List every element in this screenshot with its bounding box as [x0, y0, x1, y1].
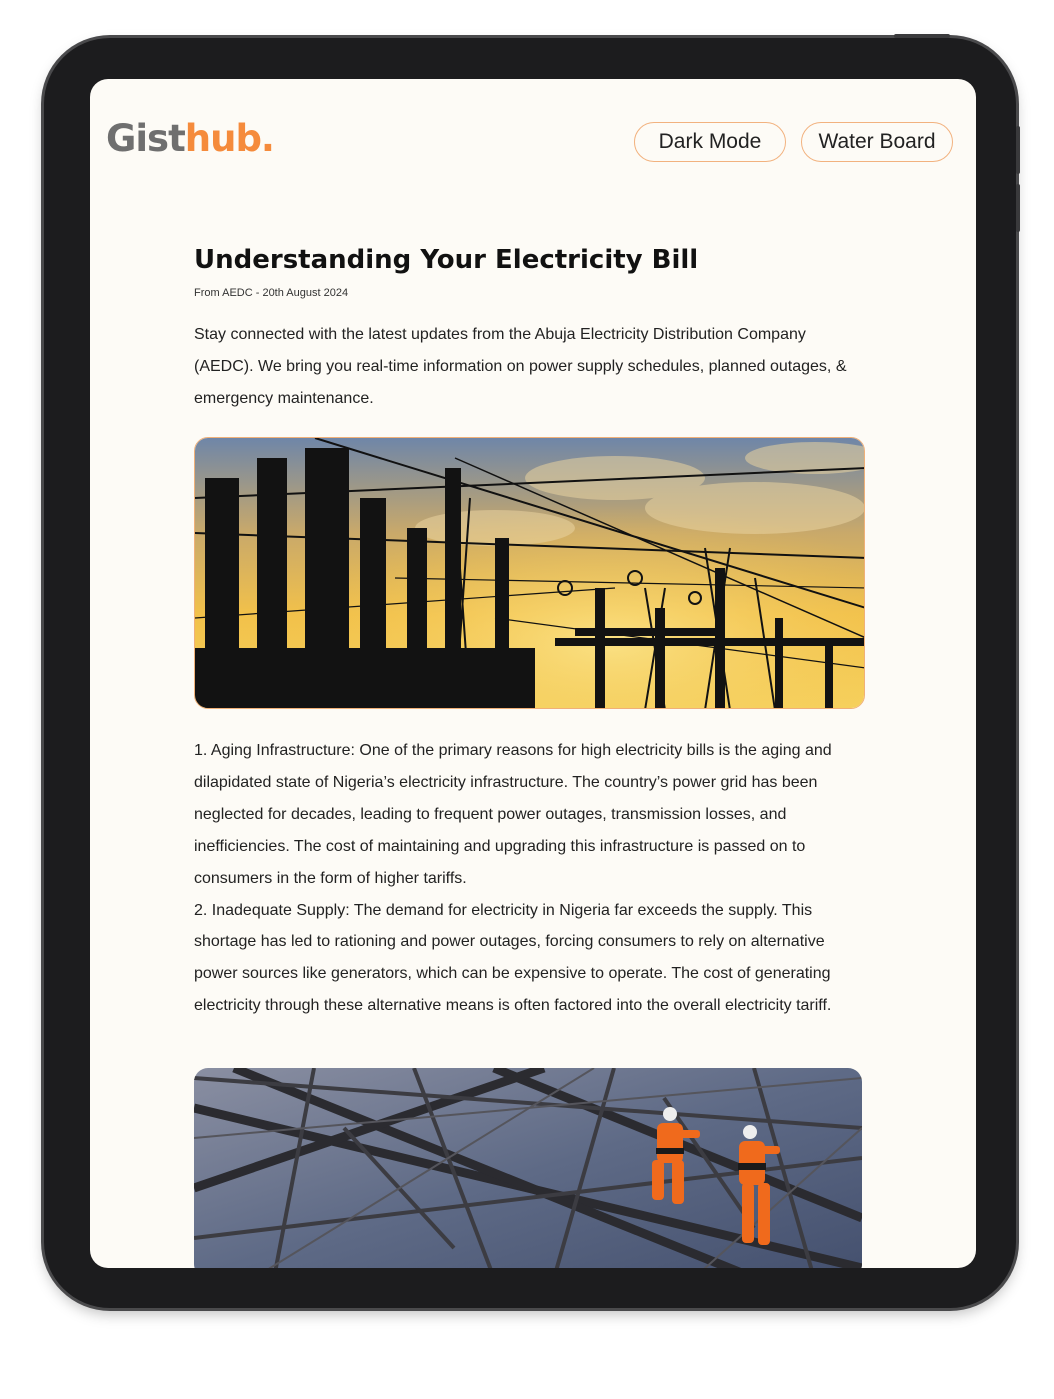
logo-gist-text: Gist	[106, 117, 186, 160]
article-body: 1. Aging Infrastructure: One of the prim…	[194, 735, 866, 1022]
article-meta: From AEDC - 20th August 2024	[194, 287, 349, 299]
device-volume-up-button	[1016, 126, 1020, 174]
article-intro: Stay connected with the latest updates f…	[194, 326, 847, 407]
dark-mode-button[interactable]: Dark Mode	[634, 122, 786, 162]
power-substation-image	[194, 437, 865, 709]
device-volume-down-button	[1016, 184, 1020, 232]
app-screen: Gisthub. Dark Mode Water Board Understan…	[90, 79, 976, 1268]
device-top-button	[894, 34, 950, 38]
article-title: Understanding Your Electricity Bill	[194, 245, 699, 275]
logo-hub-text: hub.	[184, 117, 275, 160]
water-board-button[interactable]: Water Board	[801, 122, 953, 162]
gisthub-logo[interactable]: Gisthub.	[106, 117, 275, 160]
article-point-2: 2. Inadequate Supply: The demand for ele…	[194, 901, 832, 1015]
linemen-tower-image	[194, 1068, 862, 1268]
article-point-1: 1. Aging Infrastructure: One of the prim…	[194, 742, 832, 887]
